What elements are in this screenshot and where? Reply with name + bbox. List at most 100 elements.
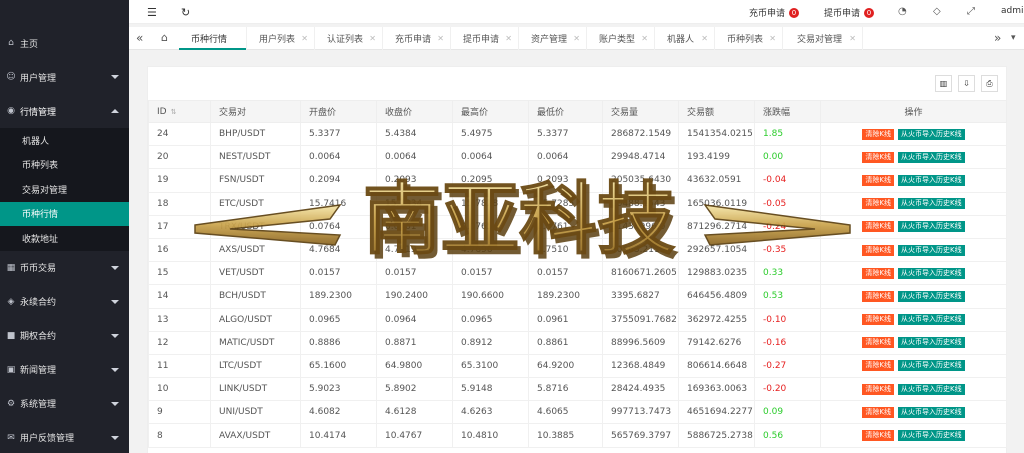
- theme-icon[interactable]: ◔: [898, 6, 907, 17]
- tabs-scroll-left-icon[interactable]: «: [136, 31, 143, 45]
- close-icon[interactable]: ✕: [505, 34, 512, 43]
- tab-home-icon[interactable]: ⌂: [161, 31, 168, 44]
- import-huobi-kline-button[interactable]: 从火币导入历史K线: [898, 314, 965, 326]
- cell-low: 0.8861: [528, 330, 603, 355]
- cell-close: 5.8902: [376, 377, 453, 402]
- cell-high: 10.4810: [452, 423, 529, 448]
- clear-kline-button[interactable]: 清除K线: [862, 337, 894, 349]
- import-huobi-kline-button[interactable]: 从火币导入历史K线: [898, 430, 965, 442]
- sidebar-item-perpetual-contract[interactable]: ◈ 永续合约: [0, 285, 129, 319]
- clear-kline-button[interactable]: 清除K线: [862, 406, 894, 418]
- cell-actions: 清除K线 从火币导入历史K线: [820, 191, 1007, 216]
- import-huobi-kline-button[interactable]: 从火币导入历史K线: [898, 337, 965, 349]
- tab-coin-market[interactable]: 币种行情: [179, 27, 247, 50]
- clear-kline-button[interactable]: 清除K线: [862, 314, 894, 326]
- clear-kline-button[interactable]: 清除K线: [862, 267, 894, 279]
- sidebar-item-option-contract[interactable]: ■ 期权合约: [0, 319, 129, 353]
- cell-volume: 29948.4714: [602, 145, 679, 170]
- sidebar-item-spot-trading[interactable]: ▦ 币币交易: [0, 251, 129, 285]
- tabs-dropdown-icon[interactable]: ▾: [1011, 33, 1016, 43]
- tabs-scroll-right-icon[interactable]: »: [994, 31, 1001, 45]
- import-huobi-kline-button[interactable]: 从火币导入历史K线: [898, 128, 965, 140]
- refresh-icon[interactable]: ↻: [181, 6, 190, 19]
- sidebar-item-news[interactable]: ▣ 新闻管理: [0, 353, 129, 387]
- import-huobi-kline-button[interactable]: 从火币导入历史K线: [898, 198, 965, 210]
- sidebar-item-label: 永续合约: [20, 298, 57, 308]
- close-icon[interactable]: ✕: [769, 34, 776, 43]
- clear-kline-button[interactable]: 清除K线: [862, 383, 894, 395]
- sidebar-subitem-payment-address[interactable]: 收款地址: [0, 226, 129, 251]
- clear-kline-button[interactable]: 清除K线: [862, 128, 894, 140]
- clear-kline-button[interactable]: 清除K线: [862, 221, 894, 233]
- cell-amount: 169363.0063: [678, 377, 755, 402]
- column-header-id[interactable]: ID ⇅: [148, 100, 211, 123]
- cell-volume: 88996.5609: [602, 330, 679, 355]
- clear-kline-button[interactable]: 清除K线: [862, 174, 894, 186]
- sidebar-item-system[interactable]: ⚙ 系统管理: [0, 387, 129, 421]
- tab-user-list[interactable]: 用户列表 ✕: [247, 27, 315, 50]
- cell-volume: 10488.1543: [602, 191, 679, 216]
- tag-icon[interactable]: ◇: [933, 6, 941, 17]
- sidebar-subitem-trading-pairs[interactable]: 交易对管理: [0, 177, 129, 202]
- tab-robot[interactable]: 机器人 ✕: [655, 27, 715, 50]
- sidebar-item-home[interactable]: ⌂ 主页: [0, 26, 129, 60]
- clear-kline-button[interactable]: 清除K线: [862, 244, 894, 256]
- cell-high: 0.0965: [452, 307, 529, 332]
- feedback-icon: ✉: [7, 432, 15, 443]
- exchange-icon: ▦: [6, 262, 16, 273]
- tab-recharge-requests[interactable]: 充币申请 ✕: [383, 27, 451, 50]
- close-icon[interactable]: ✕: [437, 34, 444, 43]
- cell-high: 4.6263: [452, 400, 529, 425]
- cell-actions: 清除K线 从火币导入历史K线: [820, 121, 1007, 147]
- tab-trading-pairs[interactable]: 交易对管理 ✕: [783, 27, 863, 50]
- import-huobi-kline-button[interactable]: 从火币导入历史K线: [898, 406, 965, 418]
- close-icon[interactable]: ✕: [573, 34, 580, 43]
- cell-close: 190.2400: [376, 284, 453, 309]
- import-huobi-kline-button[interactable]: 从火币导入历史K线: [898, 290, 965, 302]
- cell-change: -0.27: [754, 353, 821, 379]
- sidebar-subitem-coin-list[interactable]: 币种列表: [0, 153, 129, 178]
- cell-pair: TRX/USDT: [210, 214, 301, 239]
- close-icon[interactable]: ✕: [701, 34, 708, 43]
- sidebar-item-label: 系统管理: [20, 400, 57, 410]
- recharge-requests-link[interactable]: 充币申请 0: [749, 6, 800, 19]
- import-huobi-kline-button[interactable]: 从火币导入历史K线: [898, 383, 965, 395]
- import-huobi-kline-button[interactable]: 从火币导入历史K线: [898, 360, 965, 372]
- import-huobi-kline-button[interactable]: 从火币导入历史K线: [898, 151, 965, 163]
- clear-kline-button[interactable]: 清除K线: [862, 151, 894, 163]
- clear-kline-button[interactable]: 清除K线: [862, 198, 894, 210]
- tab-coin-list[interactable]: 币种列表 ✕: [715, 27, 783, 50]
- clear-kline-button[interactable]: 清除K线: [862, 430, 894, 442]
- sidebar-item-market-management[interactable]: ◉ 行情管理: [0, 94, 129, 128]
- menu-toggle-icon[interactable]: ☰: [147, 6, 157, 19]
- import-huobi-kline-button[interactable]: 从火币导入历史K线: [898, 174, 965, 186]
- import-huobi-kline-button[interactable]: 从火币导入历史K线: [898, 244, 965, 256]
- cell-close: 0.0964: [376, 307, 453, 332]
- import-huobi-kline-button[interactable]: 从火币导入历史K线: [898, 221, 965, 233]
- tab-withdraw-requests[interactable]: 提币申请 ✕: [451, 27, 519, 50]
- tab-account-types[interactable]: 账户类型 ✕: [587, 27, 655, 50]
- sidebar-subitem-coin-market[interactable]: 币种行情: [0, 201, 129, 226]
- sidebar-item-user-management[interactable]: ☺ 用户管理: [0, 60, 129, 94]
- withdraw-count-badge: 0: [864, 7, 875, 18]
- sidebar-subitem-robot[interactable]: 机器人: [0, 128, 129, 153]
- close-icon[interactable]: ✕: [849, 34, 856, 43]
- clear-kline-button[interactable]: 清除K线: [862, 360, 894, 372]
- tab-verification-list[interactable]: 认证列表 ✕: [315, 27, 383, 50]
- cell-id: 10: [148, 377, 211, 402]
- fullscreen-icon[interactable]: ⤢: [967, 6, 975, 17]
- withdraw-requests-link[interactable]: 提币申请 0: [824, 6, 875, 19]
- tab-asset-management[interactable]: 资产管理 ✕: [519, 27, 587, 50]
- admin-user-menu[interactable]: admin: [1001, 6, 1024, 16]
- sort-icon[interactable]: ⇅: [171, 108, 177, 116]
- close-icon[interactable]: ✕: [369, 34, 376, 43]
- export-icon[interactable]: ⇩: [958, 75, 975, 92]
- close-icon[interactable]: ✕: [301, 34, 308, 43]
- columns-filter-icon[interactable]: ▥: [935, 75, 952, 92]
- sidebar-item-feedback[interactable]: ✉ 用户反馈管理: [0, 421, 129, 453]
- close-icon[interactable]: ✕: [641, 34, 648, 43]
- print-icon[interactable]: ⎙: [981, 75, 998, 92]
- sidebar-item-label: 用户管理: [20, 73, 57, 84]
- clear-kline-button[interactable]: 清除K线: [862, 290, 894, 302]
- import-huobi-kline-button[interactable]: 从火币导入历史K线: [898, 267, 965, 279]
